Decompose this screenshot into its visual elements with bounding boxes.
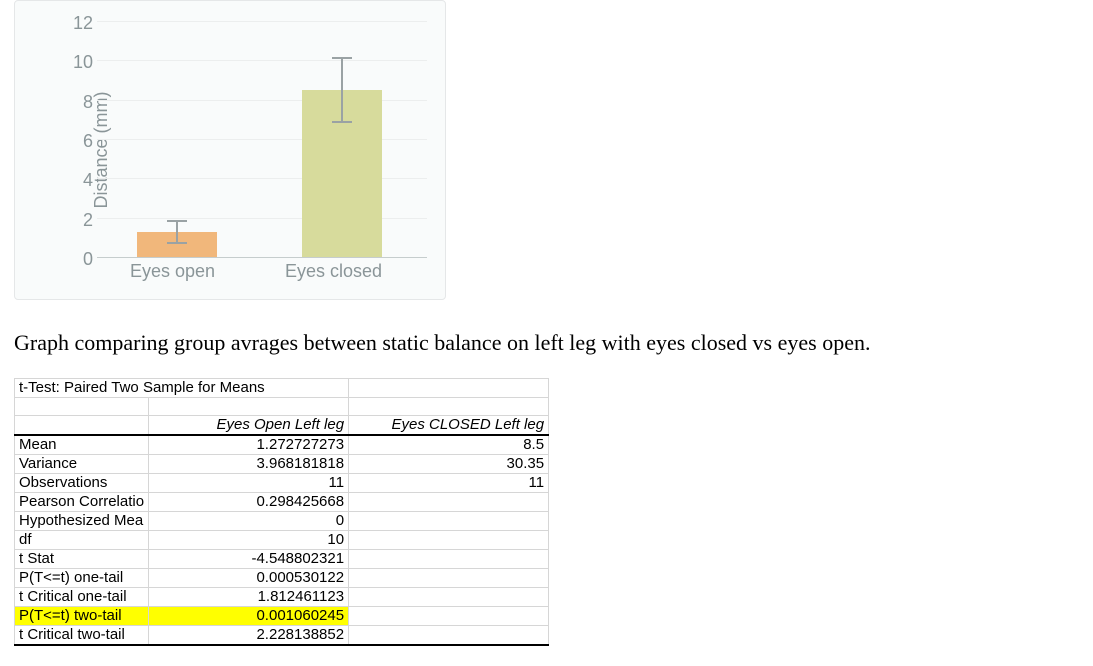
y-tick-12: 12	[63, 13, 93, 34]
table-row: Hypothesized Mea 0	[15, 512, 549, 531]
ttest-ptwotail-value: 0.001060245	[149, 607, 349, 626]
x-category-eyes-open: Eyes open	[130, 261, 215, 282]
table-row: Mean 1.272727273 8.5	[15, 435, 549, 455]
table-row: Pearson Correlatio 0.298425668	[15, 493, 549, 512]
y-tick-6: 6	[63, 131, 93, 152]
table-row: P(T<=t) two-tail 0.001060245	[15, 607, 549, 626]
x-category-eyes-closed: Eyes closed	[285, 261, 382, 282]
chart-caption: Graph comparing group avrages between st…	[14, 330, 870, 356]
table-row: t Critical two-tail 2.228138852	[15, 626, 549, 646]
ttest-ptwotail-label: P(T<=t) two-tail	[15, 607, 149, 626]
y-tick-0: 0	[63, 249, 93, 270]
ttest-title: t-Test: Paired Two Sample for Means	[15, 379, 349, 398]
balance-bar-chart: Distance (mm) 0 2 4 6 8 10 12	[14, 0, 446, 300]
y-tick-10: 10	[63, 52, 93, 73]
table-row: t Stat -4.548802321	[15, 550, 549, 569]
errorbar-eyes-closed	[341, 57, 343, 123]
y-tick-2: 2	[63, 210, 93, 231]
plot-area	[97, 21, 427, 257]
y-tick-4: 4	[63, 170, 93, 191]
table-row: t Critical one-tail 1.812461123	[15, 588, 549, 607]
table-row: P(T<=t) one-tail 0.000530122	[15, 569, 549, 588]
errorbar-eyes-open	[176, 220, 178, 244]
table-row: df 10	[15, 531, 549, 550]
table-row: Variance 3.968181818 30.35	[15, 455, 549, 474]
ttest-header-open: Eyes Open Left leg	[149, 416, 349, 436]
table-row: Observations 11 11	[15, 474, 549, 493]
ttest-table: t-Test: Paired Two Sample for Means Eyes…	[14, 378, 549, 646]
y-tick-8: 8	[63, 92, 93, 113]
ttest-header-closed: Eyes CLOSED Left leg	[349, 416, 549, 436]
